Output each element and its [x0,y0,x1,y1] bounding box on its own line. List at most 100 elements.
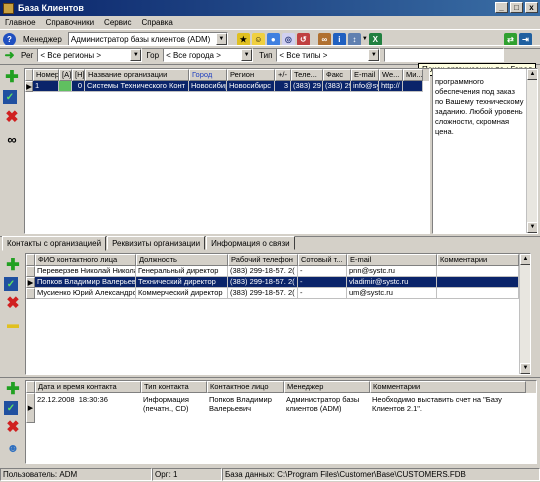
col-comments[interactable]: Комментарии [370,381,526,393]
col-comments[interactable]: Комментарии [437,254,519,266]
col-fax[interactable]: Факс [323,69,351,81]
col-n[interactable]: [Н] [72,69,85,81]
tab-communication-info[interactable]: Информация о связи [206,236,295,250]
col-contact-name[interactable]: ФИО контактного лица [35,254,136,266]
header-indicator [26,381,35,393]
binoculars-icon[interactable]: ∞ [317,32,331,46]
history-grid-header: Дата и время контакта Тип контакта Конта… [26,381,536,393]
delete-contact-button[interactable]: ✖ [4,294,22,312]
col-mobile[interactable]: Сотовый т... [298,254,347,266]
col-phone[interactable]: Теле... [291,69,323,81]
manager-select[interactable]: Администратор базы клиентов (ADM) ▼ [67,32,228,46]
chevron-down-icon: ▼ [130,49,142,61]
col-work-phone[interactable]: Рабочий телефон [228,254,298,266]
tab-requisites[interactable]: Реквизиты организации [107,236,206,250]
contacts-scrollbar[interactable]: ▲ ▼ [519,254,530,374]
info-icon[interactable]: i [332,32,346,46]
sort-icon[interactable]: ↕ [347,32,361,46]
menu-help[interactable]: Справка [136,18,177,27]
delete-history-button[interactable]: ✖ [4,418,22,436]
table-row[interactable]: ▶ Попков Владимир Валерьевич Технический… [26,277,530,288]
globe-icon[interactable]: ● [266,32,280,46]
col-contact-person[interactable]: Контактное лицо [207,381,284,393]
add-organization-button[interactable]: ✚ [3,68,21,86]
cell-region: Новосибирс [227,81,275,92]
minimize-button[interactable]: _ [495,2,508,13]
scroll-down-icon[interactable]: ▼ [520,363,530,374]
help-icon[interactable]: ? [3,32,16,46]
star-icon[interactable]: ★ [236,32,250,46]
table-row[interactable]: ▶ 22.12.2008 18:30:36 Информация (печатн… [26,393,536,423]
contacts-side-toolbar: ✚ ✓ ✖ ▬ [4,256,22,333]
search-input[interactable] [384,48,505,62]
app-icon [3,2,14,14]
excel-icon[interactable]: X [368,32,382,46]
cell-comments [437,277,519,288]
col-web[interactable]: We... [379,69,403,81]
arrow-right-icon[interactable]: ➜ [3,48,16,62]
col-email[interactable]: E-mail [351,69,379,81]
cell-comments [437,288,519,299]
description-text: программного обеспечения под заказ по Ва… [435,77,524,136]
table-row[interactable]: Переверзев Николай Николаевич Генеральны… [26,266,530,277]
row-indicator [26,266,35,277]
col-mi[interactable]: Ми... [403,69,423,81]
status-bar: Пользователь: ADM Орг: 1 База данных: C:… [0,468,540,482]
col-email[interactable]: E-mail [347,254,437,266]
type-select[interactable]: < Все типы > ▼ [276,48,381,62]
col-position[interactable]: Должность [136,254,228,266]
table-row[interactable]: ▶ 1 0 Системы Технического Конт Новосиби… [25,81,429,92]
cell-plusminus: 3 [275,81,291,92]
organizations-grid: Номер [А] [Н] Название организации Город… [24,68,430,234]
col-contact-type[interactable]: Тип контакта [141,381,207,393]
col-org-name[interactable]: Название организации [85,69,189,81]
chevron-down-icon: ▼ [215,33,227,45]
cell-city: Новосибир [189,81,227,92]
col-manager[interactable]: Менеджер [284,381,370,393]
cell-contact-name: Попков Владимир Валерьевич [35,277,136,288]
edit-organization-button[interactable]: ✓ [3,90,17,104]
undo-icon[interactable]: ↺ [296,32,310,46]
col-a[interactable]: [А] [59,69,72,81]
window-title: База Клиентов [18,3,84,13]
city-select-value: < Все города > [166,50,221,60]
menu-main[interactable]: Главное [0,18,41,27]
scroll-down-icon[interactable]: ▼ [527,222,537,233]
refresh-icon[interactable]: ⇄ [504,32,517,46]
tab-strip: Контакты с организацией Реквизиты органи… [2,236,295,251]
header-indicator [25,69,33,81]
table-row[interactable]: Мусиенко Юрий Александрович Коммерческий… [26,288,530,299]
city-label: Гор [146,50,160,60]
cell-contact-type: Информация (печатн., CD) [143,395,189,413]
smile-icon[interactable]: ☺ [251,32,265,46]
menu-service[interactable]: Сервис [99,18,136,27]
col-region[interactable]: Регион [227,69,275,81]
row-indicator [26,288,35,299]
edit-contact-button[interactable]: ✓ [4,277,18,291]
maximize-button[interactable]: □ [510,2,523,13]
scroll-up-icon[interactable]: ▲ [527,69,537,80]
col-plusminus[interactable]: +/- [275,69,291,81]
col-city[interactable]: Город [189,69,227,81]
close-button[interactable]: x [525,2,538,13]
memo-scrollbar[interactable]: ▲ ▼ [526,69,537,233]
add-history-button[interactable]: ✚ [4,380,22,398]
globe-search-icon[interactable]: ◎ [281,32,295,46]
comment-icon[interactable]: ▬ [4,315,22,333]
status-org: Орг: 1 [152,468,222,481]
col-number[interactable]: Номер [33,69,59,81]
col-datetime[interactable]: Дата и время контакта [35,381,141,393]
region-label: Рег [21,50,34,60]
delete-organization-button[interactable]: ✖ [3,108,21,126]
edit-history-button[interactable]: ✓ [4,401,18,415]
region-select[interactable]: < Все регионы > ▼ [37,48,143,62]
scroll-up-icon[interactable]: ▲ [520,254,530,265]
binoculars-icon[interactable]: ∞ [3,130,21,148]
tab-contacts[interactable]: Контакты с организацией [2,236,107,251]
splitter[interactable] [0,377,540,378]
city-select[interactable]: < Все города > ▼ [163,48,254,62]
menu-directories[interactable]: Справочники [41,18,99,27]
users-icon[interactable]: ☻ [4,439,22,457]
add-contact-button[interactable]: ✚ [4,256,22,274]
exit-icon[interactable]: ⇥ [519,32,532,46]
